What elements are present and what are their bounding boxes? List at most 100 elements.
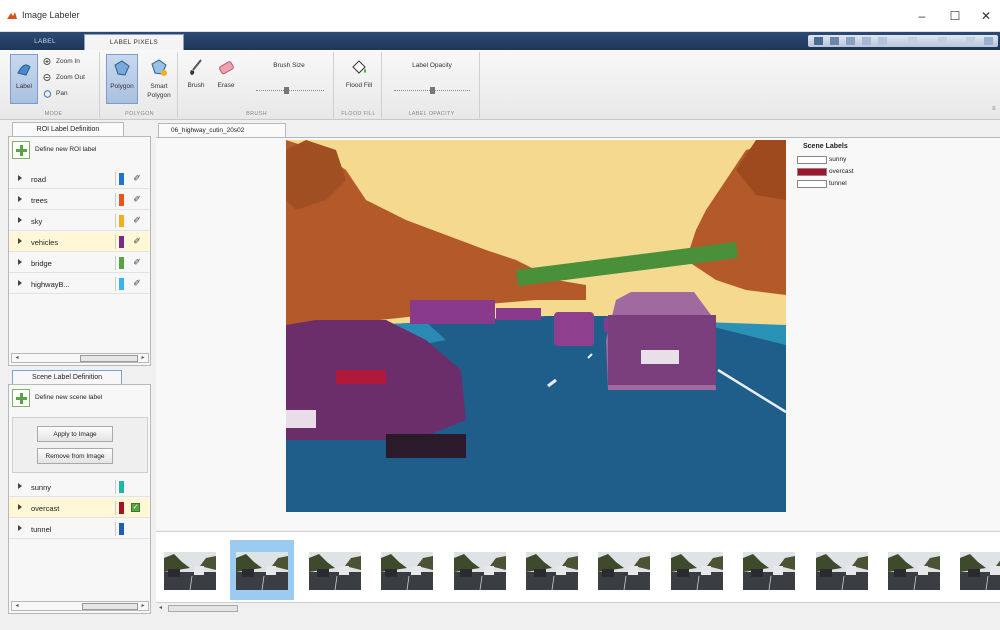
define-roi-label-button[interactable]: Define new ROI label bbox=[9, 139, 150, 161]
thumbnail-image bbox=[526, 552, 578, 590]
thumbnail-frame[interactable] bbox=[882, 540, 946, 600]
thumbnail-frame[interactable] bbox=[737, 540, 801, 600]
thumbnail-frame[interactable] bbox=[810, 540, 874, 600]
expand-arrow-icon[interactable] bbox=[18, 175, 22, 181]
label-opacity-thumb[interactable] bbox=[430, 87, 435, 94]
expand-icon[interactable] bbox=[984, 37, 993, 45]
expand-arrow-icon[interactable] bbox=[18, 259, 22, 265]
thumbnail-frame[interactable] bbox=[954, 540, 1000, 600]
zoom-out-button[interactable]: Zoom Out bbox=[42, 72, 100, 84]
list-item-sunny[interactable]: sunny bbox=[9, 477, 150, 497]
zoom-in-button[interactable]: Zoom In bbox=[42, 56, 100, 68]
minimize-button[interactable]: – bbox=[910, 6, 934, 26]
expand-arrow-icon[interactable] bbox=[18, 504, 22, 510]
eraser-icon bbox=[219, 61, 234, 75]
close-button[interactable]: ✕ bbox=[974, 6, 998, 26]
tab-document[interactable]: 06_highway_cutin_20s02 bbox=[158, 123, 286, 137]
thumbnail-frame[interactable] bbox=[158, 540, 222, 600]
expand-arrow-icon[interactable] bbox=[18, 196, 22, 202]
brush-size-slider[interactable] bbox=[256, 87, 324, 96]
expand-arrow-icon[interactable] bbox=[18, 525, 22, 531]
grid-icon[interactable] bbox=[830, 37, 839, 45]
layout-icon[interactable] bbox=[814, 37, 823, 45]
list-item-bridge[interactable]: bridge ✐ bbox=[9, 253, 150, 273]
thumbnail-image bbox=[164, 552, 216, 590]
brush-icon bbox=[190, 59, 202, 75]
labeled-image[interactable] bbox=[286, 140, 786, 512]
legend-item-overcast: overcast bbox=[797, 167, 887, 177]
scroll-left-icon[interactable]: ◂ bbox=[159, 604, 162, 611]
thumbnail-frame[interactable] bbox=[230, 540, 295, 600]
save-icon[interactable] bbox=[908, 37, 917, 45]
tab-label[interactable]: LABEL bbox=[10, 34, 80, 50]
scene-horizontal-scrollbar[interactable]: ◂ ▸ bbox=[11, 601, 149, 611]
label-opacity-slider[interactable] bbox=[394, 87, 470, 96]
edit-icon[interactable]: ✐ bbox=[131, 193, 143, 205]
list-item-sky[interactable]: sky ✐ bbox=[9, 211, 150, 231]
edit-icon[interactable]: ✐ bbox=[131, 256, 143, 268]
brush-button[interactable]: Brush bbox=[182, 54, 210, 104]
define-scene-label-button[interactable]: Define new scene label bbox=[9, 387, 150, 409]
color-swatch bbox=[119, 215, 124, 227]
edit-icon[interactable]: ✐ bbox=[131, 214, 143, 226]
thumbnail-frame[interactable] bbox=[303, 540, 367, 600]
scroll-right-icon[interactable]: ▸ bbox=[138, 602, 148, 610]
expand-arrow-icon[interactable] bbox=[18, 217, 22, 223]
ribbon-collapse-icon[interactable]: ≡ bbox=[992, 106, 998, 112]
list-item-vehicles[interactable]: vehicles ✐ bbox=[9, 232, 150, 252]
expand-arrow-icon[interactable] bbox=[18, 280, 22, 286]
list-item-road[interactable]: road ✐ bbox=[9, 169, 150, 189]
scroll-left-icon[interactable]: ◂ bbox=[12, 602, 22, 610]
scroll-thumb[interactable] bbox=[82, 603, 138, 610]
undo-icon[interactable] bbox=[862, 37, 871, 45]
zoom-icon[interactable] bbox=[846, 37, 855, 45]
expand-arrow-icon[interactable] bbox=[18, 483, 22, 489]
expand-arrow-icon[interactable] bbox=[18, 238, 22, 244]
label-mode-button[interactable]: Label bbox=[10, 54, 38, 104]
thumbnail-image bbox=[888, 552, 940, 590]
apply-to-image-button[interactable]: Apply to Image bbox=[37, 426, 113, 442]
edit-icon[interactable]: ✐ bbox=[131, 235, 143, 247]
list-item-trees[interactable]: trees ✐ bbox=[9, 190, 150, 210]
erase-button[interactable]: Erase bbox=[212, 54, 240, 104]
tab-label-pixels[interactable]: LABEL PIXELS bbox=[84, 34, 184, 50]
filmstrip-scroll-thumb[interactable] bbox=[168, 605, 238, 612]
help-icon[interactable] bbox=[938, 37, 947, 45]
list-item-highwayb[interactable]: highwayB... ✐ bbox=[9, 274, 150, 294]
scroll-thumb[interactable] bbox=[80, 355, 138, 362]
thumbnail-frame[interactable] bbox=[375, 540, 439, 600]
brush-size-thumb[interactable] bbox=[284, 87, 289, 94]
thumbnail-frame[interactable] bbox=[665, 540, 729, 600]
roi-horizontal-scrollbar[interactable]: ◂ ▸ bbox=[11, 353, 149, 363]
thumbnail-frame[interactable] bbox=[520, 540, 584, 600]
checkbox-checked-icon[interactable]: ✓ bbox=[131, 503, 140, 512]
redo-icon[interactable] bbox=[878, 37, 887, 45]
polygon-button[interactable]: Polygon bbox=[106, 54, 138, 104]
window-title: Image Labeler bbox=[22, 10, 80, 20]
list-item-tunnel[interactable]: tunnel bbox=[9, 519, 150, 539]
legend-swatch bbox=[797, 180, 827, 188]
pan-button[interactable]: Pan bbox=[42, 88, 100, 100]
thumbnail-image bbox=[453, 552, 506, 590]
thumbnail-image bbox=[743, 552, 796, 590]
list-item-overcast[interactable]: overcast ✓ bbox=[9, 498, 150, 518]
scroll-right-icon[interactable]: ▸ bbox=[138, 354, 148, 362]
remove-from-image-button[interactable]: Remove from Image bbox=[37, 448, 113, 464]
filmstrip-scrollbar[interactable]: ◂ bbox=[156, 602, 1000, 613]
edit-icon[interactable]: ✐ bbox=[131, 277, 143, 289]
thumbnail-frame[interactable] bbox=[592, 540, 656, 600]
smart-polygon-button[interactable]: Smart Polygon bbox=[142, 54, 176, 104]
tab-scene-label-definition[interactable]: Scene Label Definition bbox=[12, 370, 122, 384]
flood-fill-button[interactable]: Flood Fill bbox=[340, 54, 378, 104]
maximize-button[interactable]: ☐ bbox=[943, 6, 967, 26]
left-panel: ROI Label Definition Define new ROI labe… bbox=[8, 122, 151, 614]
scroll-left-icon[interactable]: ◂ bbox=[12, 354, 22, 362]
mode-group: Label Zoom In Zoom Out Pan MODE bbox=[8, 52, 100, 118]
thumbnail-frame[interactable] bbox=[448, 540, 512, 600]
tab-roi-label-definition[interactable]: ROI Label Definition bbox=[12, 122, 124, 136]
edit-icon[interactable]: ✐ bbox=[131, 172, 143, 184]
flood-fill-group: Flood Fill FLOOD FILL bbox=[336, 52, 382, 118]
settings-icon[interactable] bbox=[966, 37, 975, 45]
color-swatch bbox=[119, 502, 124, 514]
mode-group-label: MODE bbox=[44, 111, 63, 117]
